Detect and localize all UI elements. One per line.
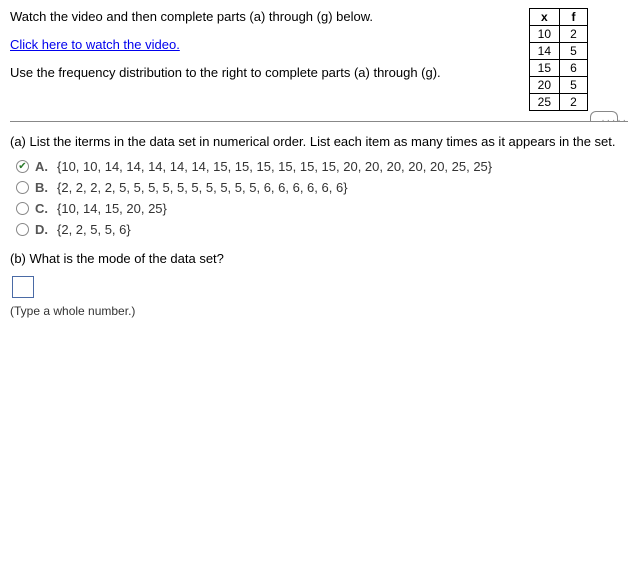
part-a-options: A. {10, 10, 14, 14, 14, 14, 14, 15, 15, … xyxy=(16,159,628,237)
watch-video-link[interactable]: Click here to watch the video. xyxy=(10,37,180,52)
part-b-hint: (Type a whole number.) xyxy=(10,304,628,318)
option-b[interactable]: B. {2, 2, 2, 2, 5, 5, 5, 5, 5, 5, 5, 5, … xyxy=(16,180,628,195)
cell-f: 2 xyxy=(560,94,588,111)
cell-x: 25 xyxy=(529,94,559,111)
mode-input[interactable] xyxy=(12,276,34,298)
cell-x: 20 xyxy=(529,77,559,94)
dots-icon: ····· xyxy=(601,115,628,126)
option-text: {10, 14, 15, 20, 25} xyxy=(57,201,167,216)
instruction-line2: Use the frequency distribution to the ri… xyxy=(10,64,519,82)
option-letter: C. xyxy=(35,201,51,216)
option-text: {2, 2, 2, 2, 5, 5, 5, 5, 5, 5, 5, 5, 5, … xyxy=(57,180,348,195)
cell-f: 6 xyxy=(560,60,588,77)
option-d[interactable]: D. {2, 2, 5, 5, 6} xyxy=(16,222,628,237)
option-text: {2, 2, 5, 5, 6} xyxy=(57,222,131,237)
option-letter: B. xyxy=(35,180,51,195)
table-row: 102 xyxy=(529,26,587,43)
section-divider xyxy=(10,121,628,122)
radio-option-d[interactable] xyxy=(16,223,29,236)
radio-option-b[interactable] xyxy=(16,181,29,194)
option-text: {10, 10, 14, 14, 14, 14, 14, 15, 15, 15,… xyxy=(57,159,492,174)
table-row: 156 xyxy=(529,60,587,77)
cell-f: 5 xyxy=(560,43,588,60)
cell-x: 10 xyxy=(529,26,559,43)
option-letter: D. xyxy=(35,222,51,237)
radio-option-c[interactable] xyxy=(16,202,29,215)
table-row: 205 xyxy=(529,77,587,94)
option-c[interactable]: C. {10, 14, 15, 20, 25} xyxy=(16,201,628,216)
cell-f: 2 xyxy=(560,26,588,43)
cell-f: 5 xyxy=(560,77,588,94)
option-a[interactable]: A. {10, 10, 14, 14, 14, 14, 14, 15, 15, … xyxy=(16,159,628,174)
cell-x: 14 xyxy=(529,43,559,60)
frequency-table: x f 102 145 156 205 252 xyxy=(529,8,588,111)
table-row: 252 xyxy=(529,94,587,111)
option-letter: A. xyxy=(35,159,51,174)
instruction-line1: Watch the video and then complete parts … xyxy=(10,8,519,26)
freq-header-x: x xyxy=(529,9,559,26)
freq-header-f: f xyxy=(560,9,588,26)
radio-option-a[interactable] xyxy=(16,160,29,173)
part-a-prompt: (a) List the iterms in the data set in n… xyxy=(10,134,628,149)
cell-x: 15 xyxy=(529,60,559,77)
table-row: 145 xyxy=(529,43,587,60)
part-b-prompt: (b) What is the mode of the data set? xyxy=(10,251,628,266)
